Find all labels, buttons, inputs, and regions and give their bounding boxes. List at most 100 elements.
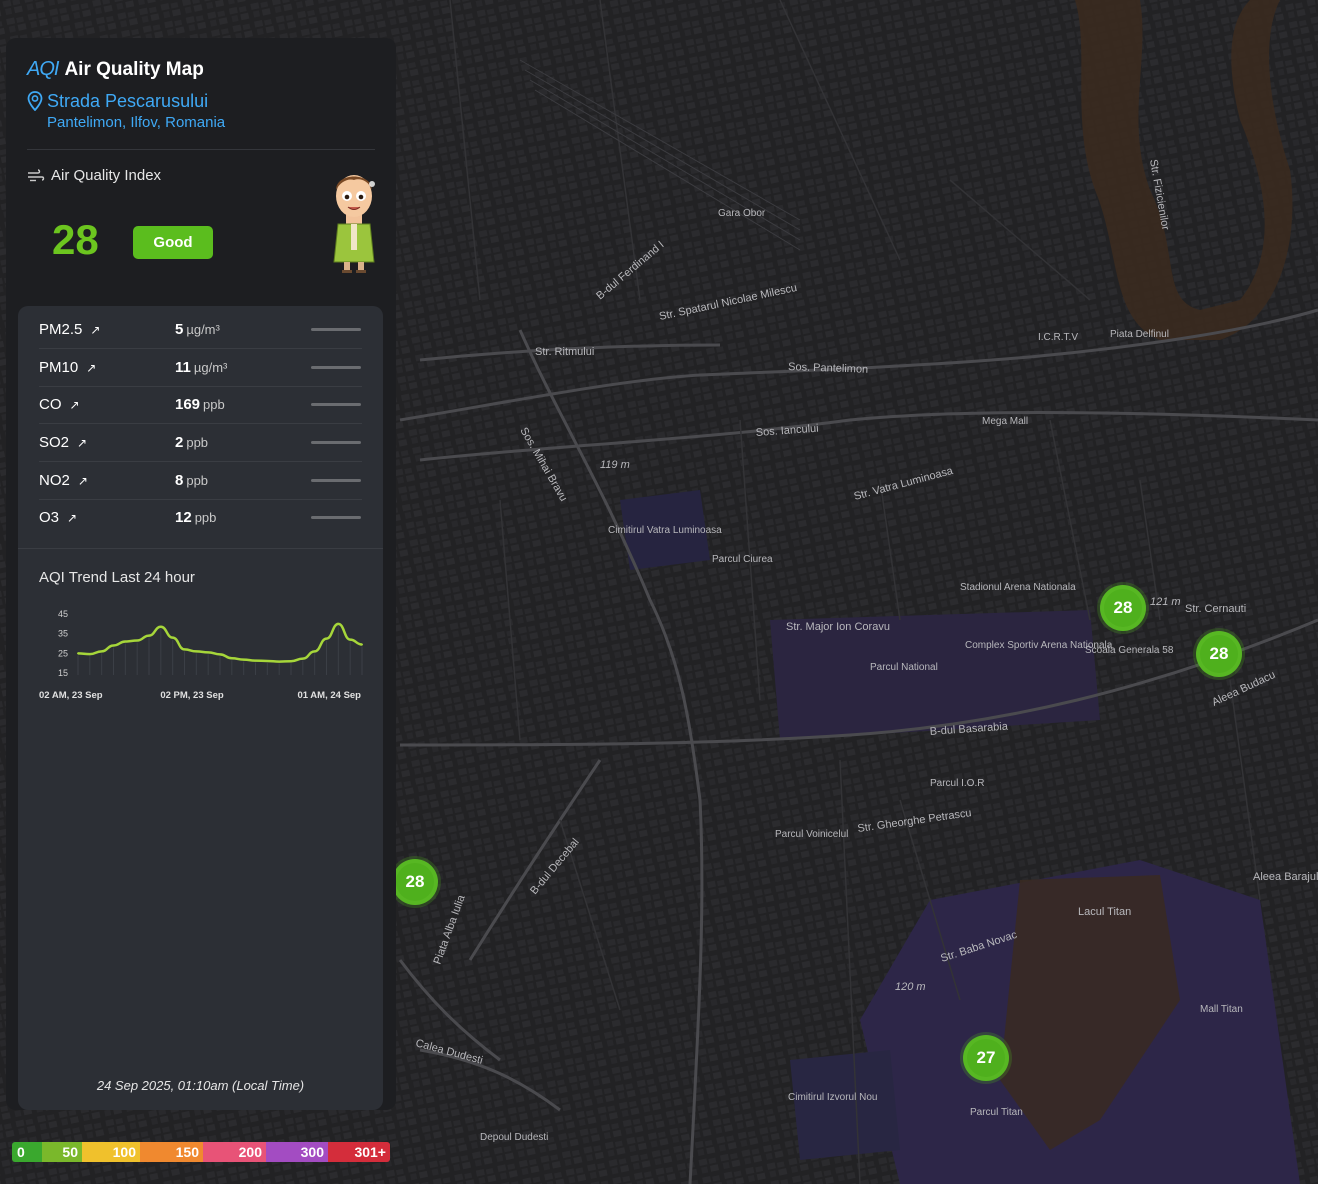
pollutant-name: PM2.5 [39, 321, 83, 338]
pollutant-value: 5 [175, 321, 184, 338]
wind-icon [28, 168, 45, 181]
aqi-marker[interactable]: 27 [963, 1035, 1009, 1081]
pollutant-row-no2[interactable]: NO2 ↗ 8 ppb [39, 462, 362, 500]
arrow-up-right-icon: ↗ [86, 360, 97, 375]
label-parcul-ciurea: Parcul Ciurea [712, 554, 773, 565]
location: Strada Pescarusului Pantelimon, Ilfov, R… [27, 91, 225, 131]
trend-point [337, 622, 340, 625]
cemetery-izvorul [790, 1050, 900, 1160]
trend-point [183, 648, 186, 651]
aqi-marker[interactable]: 28 [392, 859, 438, 905]
legend-segment: 301+ [328, 1142, 390, 1162]
y-tick-label: 35 [58, 629, 68, 639]
trend-point [100, 650, 103, 653]
pollutant-value: 169 [175, 396, 201, 413]
trend-point [301, 657, 304, 660]
label-icrtv: I.C.R.T.V [1038, 332, 1078, 343]
pollutant-unit: ppb [186, 473, 209, 488]
pollutant-level-bar [311, 441, 361, 444]
legend-segment: 150 [140, 1142, 203, 1162]
location-area: Pantelimon, Ilfov, Romania [47, 114, 226, 131]
pollutant-unit: ppb [194, 510, 217, 525]
label-piata-delfinul: Piata Delfinul [1110, 329, 1169, 340]
pollutant-level-bar [311, 328, 361, 331]
trend-point [313, 650, 316, 653]
x-tick-label: 02 AM, 23 Sep [39, 690, 103, 701]
arrow-up-right-icon: ↗ [69, 397, 80, 412]
label-stadion: Stadionul Arena Nationala [960, 582, 1076, 593]
pollutant-unit: µg/m³ [193, 360, 228, 375]
pollutant-name: CO [39, 396, 62, 413]
y-tick-label: 15 [58, 668, 68, 678]
trend-point [325, 637, 328, 640]
trend-point [254, 659, 257, 662]
trend-point [77, 652, 79, 655]
pollutant-value: 2 [175, 434, 184, 451]
label-lacul-titan: Lacul Titan [1078, 906, 1131, 918]
pollutant-name: NO2 [39, 472, 70, 489]
trend-point [242, 658, 245, 661]
aqi-trend-chart[interactable]: 45 35 25 15 02 AM, 23 Sep 02 PM, 23 Sep 01 AM,… [36, 598, 366, 703]
info-panel: AQI Air Quality Map Strada Pescarusului … [6, 38, 396, 1110]
aqi-value: 28 [52, 216, 99, 263]
arrow-up-right-icon: ↗ [77, 473, 88, 488]
trend-point [278, 660, 281, 663]
pollutant-name: SO2 [39, 434, 70, 451]
pollutant-row-o3[interactable]: O3 ↗ 12 ppb [39, 499, 362, 536]
pollutant-row-co[interactable]: CO ↗ 169 ppb [39, 386, 362, 424]
aqi-heading-label: Air Quality Index [51, 167, 162, 184]
legend-segment: 200 [203, 1142, 266, 1162]
label-coravu: Str. Major Ion Coravu [786, 621, 890, 633]
pollutant-row-so2[interactable]: SO2 ↗ 2 ppb [39, 424, 362, 462]
trend-point [124, 640, 127, 643]
divider [27, 149, 375, 150]
pollutant-level-bar [311, 516, 361, 519]
label-mega-mall: Mega Mall [982, 416, 1028, 427]
trend-point [207, 651, 210, 654]
trend-line [77, 622, 363, 663]
legend-segment: 50 [42, 1142, 82, 1162]
aqi-marker[interactable]: 28 [1196, 631, 1242, 677]
label-gara-obor: Gara Obor [718, 208, 766, 219]
trend-point [148, 634, 150, 637]
aqi-marker[interactable]: 28 [1100, 585, 1146, 631]
label-ior: Parcul I.O.R [930, 778, 984, 789]
label-izvorul: Cimitirul Izvorul Nou [788, 1092, 877, 1103]
pollutant-row-pm10[interactable]: PM10 ↗ 11 µg/m³ [39, 349, 362, 387]
label-voinicelul: Parcul Voinicelul [775, 829, 848, 840]
trend-point [230, 657, 233, 660]
pollutant-level-bar [311, 366, 361, 369]
legend-segment: 300 [266, 1142, 328, 1162]
pollutant-value: 12 [175, 509, 192, 526]
label-cernauti: Str. Cernauti [1185, 603, 1246, 615]
x-tick-label: 01 AM, 24 Sep [297, 690, 361, 701]
y-tick-label: 45 [58, 609, 68, 619]
pollutant-level-bar [311, 403, 361, 406]
character-avatar-icon [333, 175, 375, 273]
label-parcul-titan: Parcul Titan [970, 1107, 1023, 1118]
pollutant-value: 8 [175, 472, 184, 489]
timestamp: 24 Sep 2025, 01:10am (Local Time) [96, 1078, 305, 1093]
pollutant-name: O3 [39, 509, 60, 526]
aqi-logo-icon: AQI [27, 58, 59, 80]
trend-point [136, 639, 139, 642]
pollutant-unit: ppb [203, 397, 225, 412]
arrow-up-right-icon: ↗ [67, 510, 78, 525]
legend-segment: 100 [82, 1142, 140, 1162]
pollutant-row-pm25[interactable]: PM2.5 ↗ 5 µg/m³ [39, 311, 362, 349]
aqi-heading: Air Quality Index [27, 167, 161, 184]
label-barajul: Aleea Barajul [1253, 871, 1318, 883]
trend-point [88, 653, 91, 656]
pollutant-unit: µg/m³ [186, 322, 220, 337]
pollutant-level-bar [311, 479, 361, 482]
trend-title: AQI Trend Last 24 hour [39, 569, 195, 586]
trend-point [349, 638, 352, 641]
trend-point [361, 643, 363, 646]
legend-segment: 0 [12, 1142, 42, 1162]
aqi-color-legend: 0 50 100 150 200 300 301+ [12, 1142, 390, 1162]
trend-point [195, 650, 198, 653]
app-title: Air Quality Map [64, 58, 204, 80]
trend-point [219, 653, 221, 656]
trend-point [112, 644, 115, 647]
y-tick-label: 25 [58, 648, 68, 658]
